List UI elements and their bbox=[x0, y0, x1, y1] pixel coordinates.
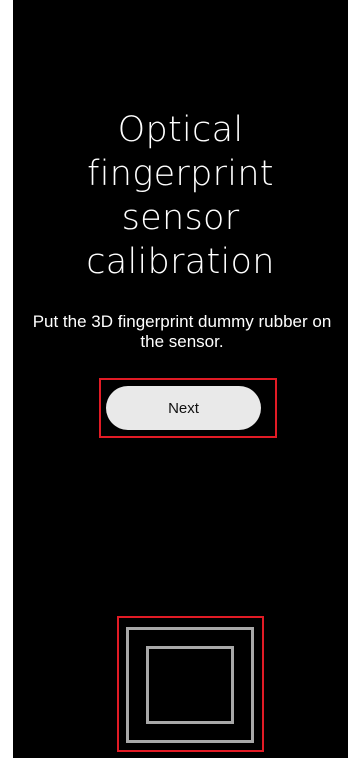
next-button[interactable]: Next bbox=[106, 386, 261, 430]
page-title-line: calibration bbox=[86, 242, 275, 282]
page-title-line: Optical bbox=[117, 110, 244, 150]
calibration-screen: Optical fingerprint sensor calibration P… bbox=[13, 0, 348, 758]
page-title-line: fingerprint bbox=[87, 154, 274, 194]
page-title: Optical fingerprint sensor calibration bbox=[13, 108, 348, 284]
page-title-line: sensor bbox=[121, 198, 240, 238]
instruction-line-2: the sensor. bbox=[140, 332, 224, 351]
instruction-text: Put the 3D fingerprint dummy rubber on t… bbox=[13, 312, 348, 352]
instruction-line-1: Put the 3D fingerprint dummy rubber on bbox=[32, 312, 332, 331]
sensor-inner-square bbox=[146, 646, 234, 724]
